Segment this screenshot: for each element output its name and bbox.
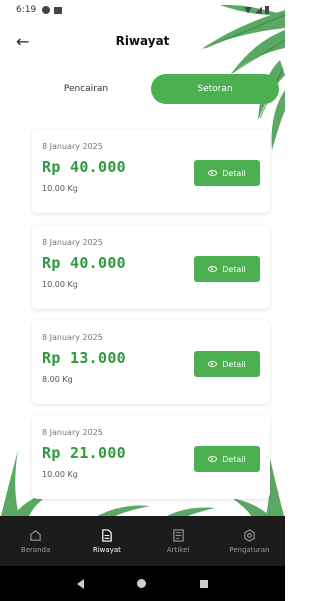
record-weight: 10.00 Kg bbox=[42, 184, 78, 193]
record-date: 8 January 2025 bbox=[42, 333, 103, 342]
list-item: 8 January 2025 Rp 13.000 8.00 Kg Detail bbox=[32, 320, 270, 404]
nav-item-artikel[interactable]: Artikel bbox=[143, 516, 214, 566]
eye-icon bbox=[208, 456, 218, 462]
record-amount: Rp 21.000 bbox=[42, 444, 126, 462]
home-icon bbox=[30, 529, 41, 541]
status-bar: 6:19 bbox=[0, 0, 285, 20]
record-date: 8 January 2025 bbox=[42, 238, 103, 247]
nav-item-beranda[interactable]: Beranda bbox=[0, 516, 71, 566]
detail-button-label: Detail bbox=[222, 454, 246, 464]
detail-button-label: Detail bbox=[222, 359, 246, 369]
wifi-icon bbox=[244, 6, 252, 14]
bottom-navigation: Beranda Riwayat Artikel Pengaturan bbox=[0, 516, 285, 566]
record-amount: Rp 40.000 bbox=[42, 254, 126, 272]
tab-setoran[interactable]: Setoran bbox=[151, 74, 279, 104]
eye-icon bbox=[208, 361, 218, 367]
signal-icon bbox=[255, 6, 262, 14]
nav-label-artikel: Artikel bbox=[166, 545, 190, 554]
record-weight: 10.00 Kg bbox=[42, 470, 78, 479]
system-home-icon[interactable] bbox=[137, 579, 147, 588]
nav-item-pengaturan[interactable]: Pengaturan bbox=[214, 516, 285, 566]
detail-button[interactable]: Detail bbox=[194, 446, 260, 472]
record-date: 8 January 2025 bbox=[42, 142, 103, 151]
detail-button[interactable]: Detail bbox=[194, 160, 260, 186]
system-navigation-bar bbox=[0, 566, 285, 601]
notification-icon bbox=[54, 6, 63, 14]
eye-icon bbox=[208, 266, 218, 272]
detail-button[interactable]: Detail bbox=[194, 256, 260, 282]
detail-button-label: Detail bbox=[222, 168, 246, 178]
nav-label-pengaturan: Pengaturan bbox=[229, 545, 270, 554]
nav-item-riwayat[interactable]: Riwayat bbox=[71, 516, 142, 566]
record-date: 8 January 2025 bbox=[42, 428, 103, 437]
system-recents-icon[interactable] bbox=[200, 579, 209, 588]
record-amount: Rp 13.000 bbox=[42, 349, 126, 367]
list-item: 8 January 2025 Rp 21.000 10.00 Kg Detail bbox=[32, 415, 270, 499]
record-weight: 10.00 Kg bbox=[42, 280, 78, 289]
article-icon bbox=[172, 528, 184, 542]
tab-pencairan[interactable]: Pencairan bbox=[26, 74, 146, 104]
detail-button-label: Detail bbox=[222, 264, 246, 274]
system-back-icon[interactable] bbox=[76, 578, 84, 589]
status-time: 6:19 bbox=[16, 5, 37, 15]
record-amount: Rp 40.000 bbox=[42, 158, 126, 176]
tab-bar: Pencairan Setoran bbox=[26, 74, 281, 104]
detail-button[interactable]: Detail bbox=[194, 351, 260, 377]
app-screen: 6:19 ← Riwayat Pencairan Setoran 8 Janua… bbox=[0, 0, 285, 601]
page-title: Riwayat bbox=[115, 34, 170, 48]
eye-icon bbox=[208, 170, 218, 176]
document-icon bbox=[102, 528, 113, 542]
notification-icon bbox=[42, 6, 51, 14]
list-item: 8 January 2025 Rp 40.000 10.00 Kg Detail bbox=[32, 129, 270, 213]
record-weight: 8.00 Kg bbox=[42, 375, 73, 384]
nav-label-beranda: Beranda bbox=[20, 545, 51, 554]
list-item: 8 January 2025 Rp 40.000 10.00 Kg Detail bbox=[32, 225, 270, 309]
battery-icon bbox=[265, 6, 269, 14]
settings-icon bbox=[244, 528, 255, 542]
nav-label-riwayat: Riwayat bbox=[92, 545, 121, 554]
status-icons bbox=[244, 6, 269, 14]
header: ← Riwayat bbox=[0, 24, 285, 60]
